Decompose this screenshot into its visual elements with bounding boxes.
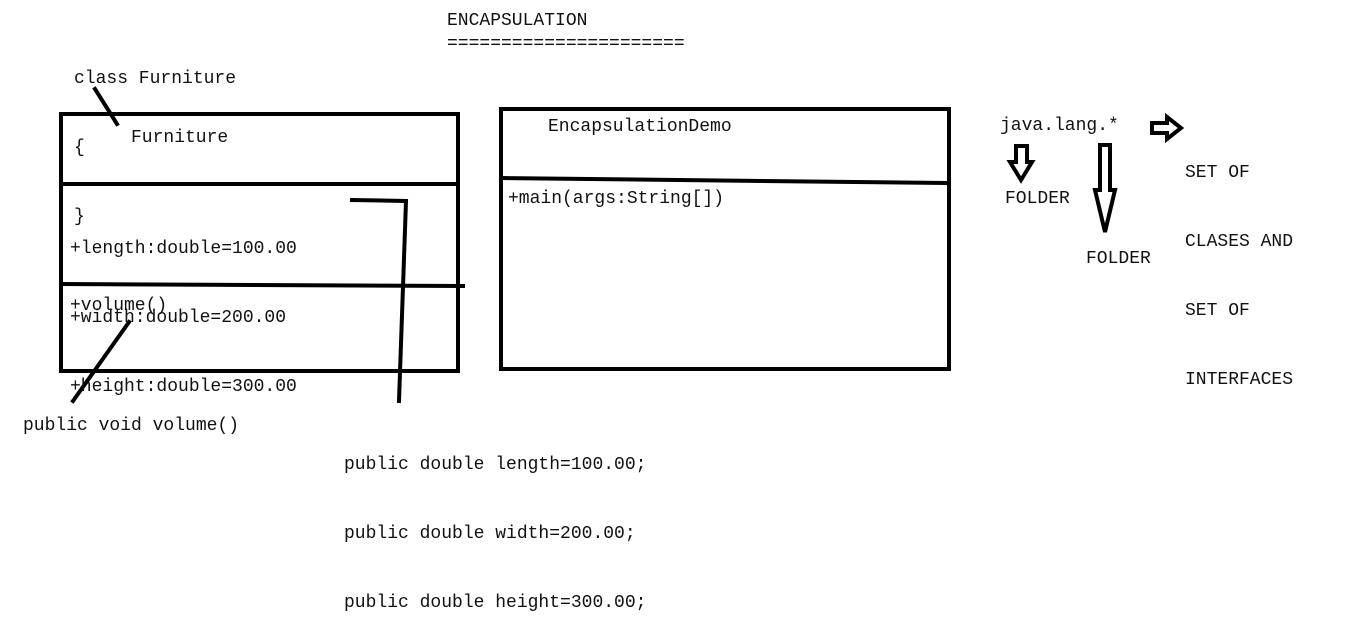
diagram-title: ENCAPSULATION bbox=[447, 11, 588, 31]
title-underline: ====================== bbox=[447, 34, 685, 54]
field-note-length: public double length=100.00; bbox=[344, 455, 647, 475]
package-description: SET OF CLASES AND SET OF INTERFACES bbox=[1185, 116, 1293, 415]
demo-name-divider bbox=[498, 175, 948, 186]
field-declarations-note: public double length=100.00; public doub… bbox=[344, 408, 646, 638]
method-main: +main(args:String[]) bbox=[508, 189, 725, 209]
demo-class-name: EncapsulationDemo bbox=[548, 117, 732, 137]
class-declaration-line: class Furniture bbox=[74, 69, 237, 89]
attribute-height: +height:double=300.00 bbox=[70, 377, 297, 397]
arrow-down-long-icon bbox=[1092, 143, 1118, 233]
folder-label-2: FOLDER bbox=[1086, 249, 1151, 269]
arrow-down-small-icon bbox=[1006, 144, 1036, 184]
furniture-class-name: Furniture bbox=[131, 128, 229, 148]
description-line-4: INTERFACES bbox=[1185, 370, 1294, 390]
package-name: java.lang.* bbox=[1000, 116, 1119, 136]
description-line-2: CLASES AND bbox=[1185, 232, 1294, 252]
attribute-length: +length:double=100.00 bbox=[70, 239, 297, 259]
field-note-height: public double height=300.00; bbox=[344, 593, 647, 613]
description-line-1: SET OF bbox=[1185, 163, 1250, 183]
folder-label-1: FOLDER bbox=[1005, 189, 1070, 209]
description-line-3: SET OF bbox=[1185, 301, 1250, 321]
method-volume: +volume() bbox=[70, 296, 168, 316]
volume-method-note: public void volume() bbox=[23, 416, 240, 436]
arrow-right-icon bbox=[1150, 112, 1185, 144]
demo-class-box bbox=[499, 107, 951, 371]
field-note-width: public double width=200.00; bbox=[344, 524, 636, 544]
